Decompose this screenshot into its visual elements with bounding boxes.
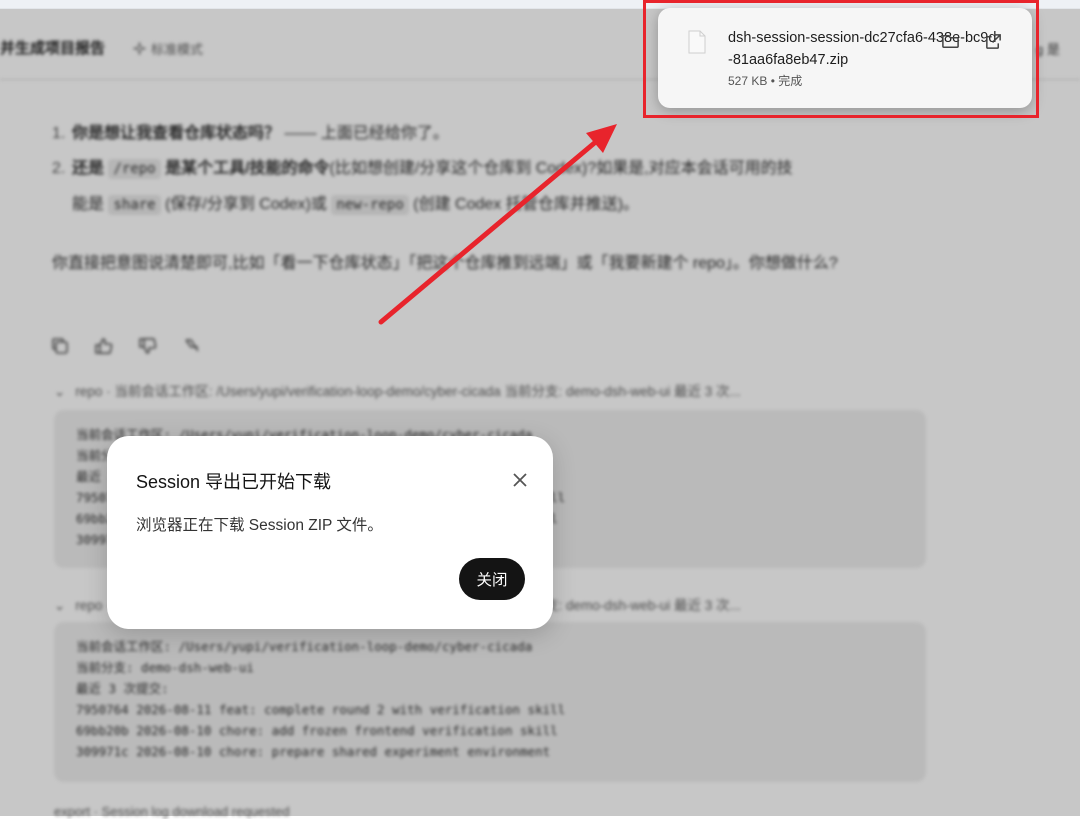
download-size: 527 KB [728,74,768,88]
close-dialog-button[interactable]: 关闭 [459,558,525,600]
meta-separator: • [770,74,775,88]
file-icon [688,30,706,54]
folder-icon [941,34,959,48]
download-popup: dsh-session-session-dc27cfa6-438e-bc9d-8… [658,8,1032,108]
dialog-title: Session 导出已开始下载 [136,472,332,492]
show-in-folder-button[interactable] [938,30,962,52]
download-meta: 527 KB • 完成 [728,72,802,89]
close-icon [513,473,527,487]
modal-overlay [0,9,1080,816]
download-status: 完成 [778,74,803,88]
open-file-button[interactable] [981,30,1005,52]
dialog-close-button[interactable] [509,469,531,491]
dialog-message: 浏览器正在下载 Session ZIP 文件。 [136,517,383,534]
open-external-icon [985,33,1001,49]
download-started-dialog: Session 导出已开始下载 浏览器正在下载 Session ZIP 文件。 … [107,436,553,629]
